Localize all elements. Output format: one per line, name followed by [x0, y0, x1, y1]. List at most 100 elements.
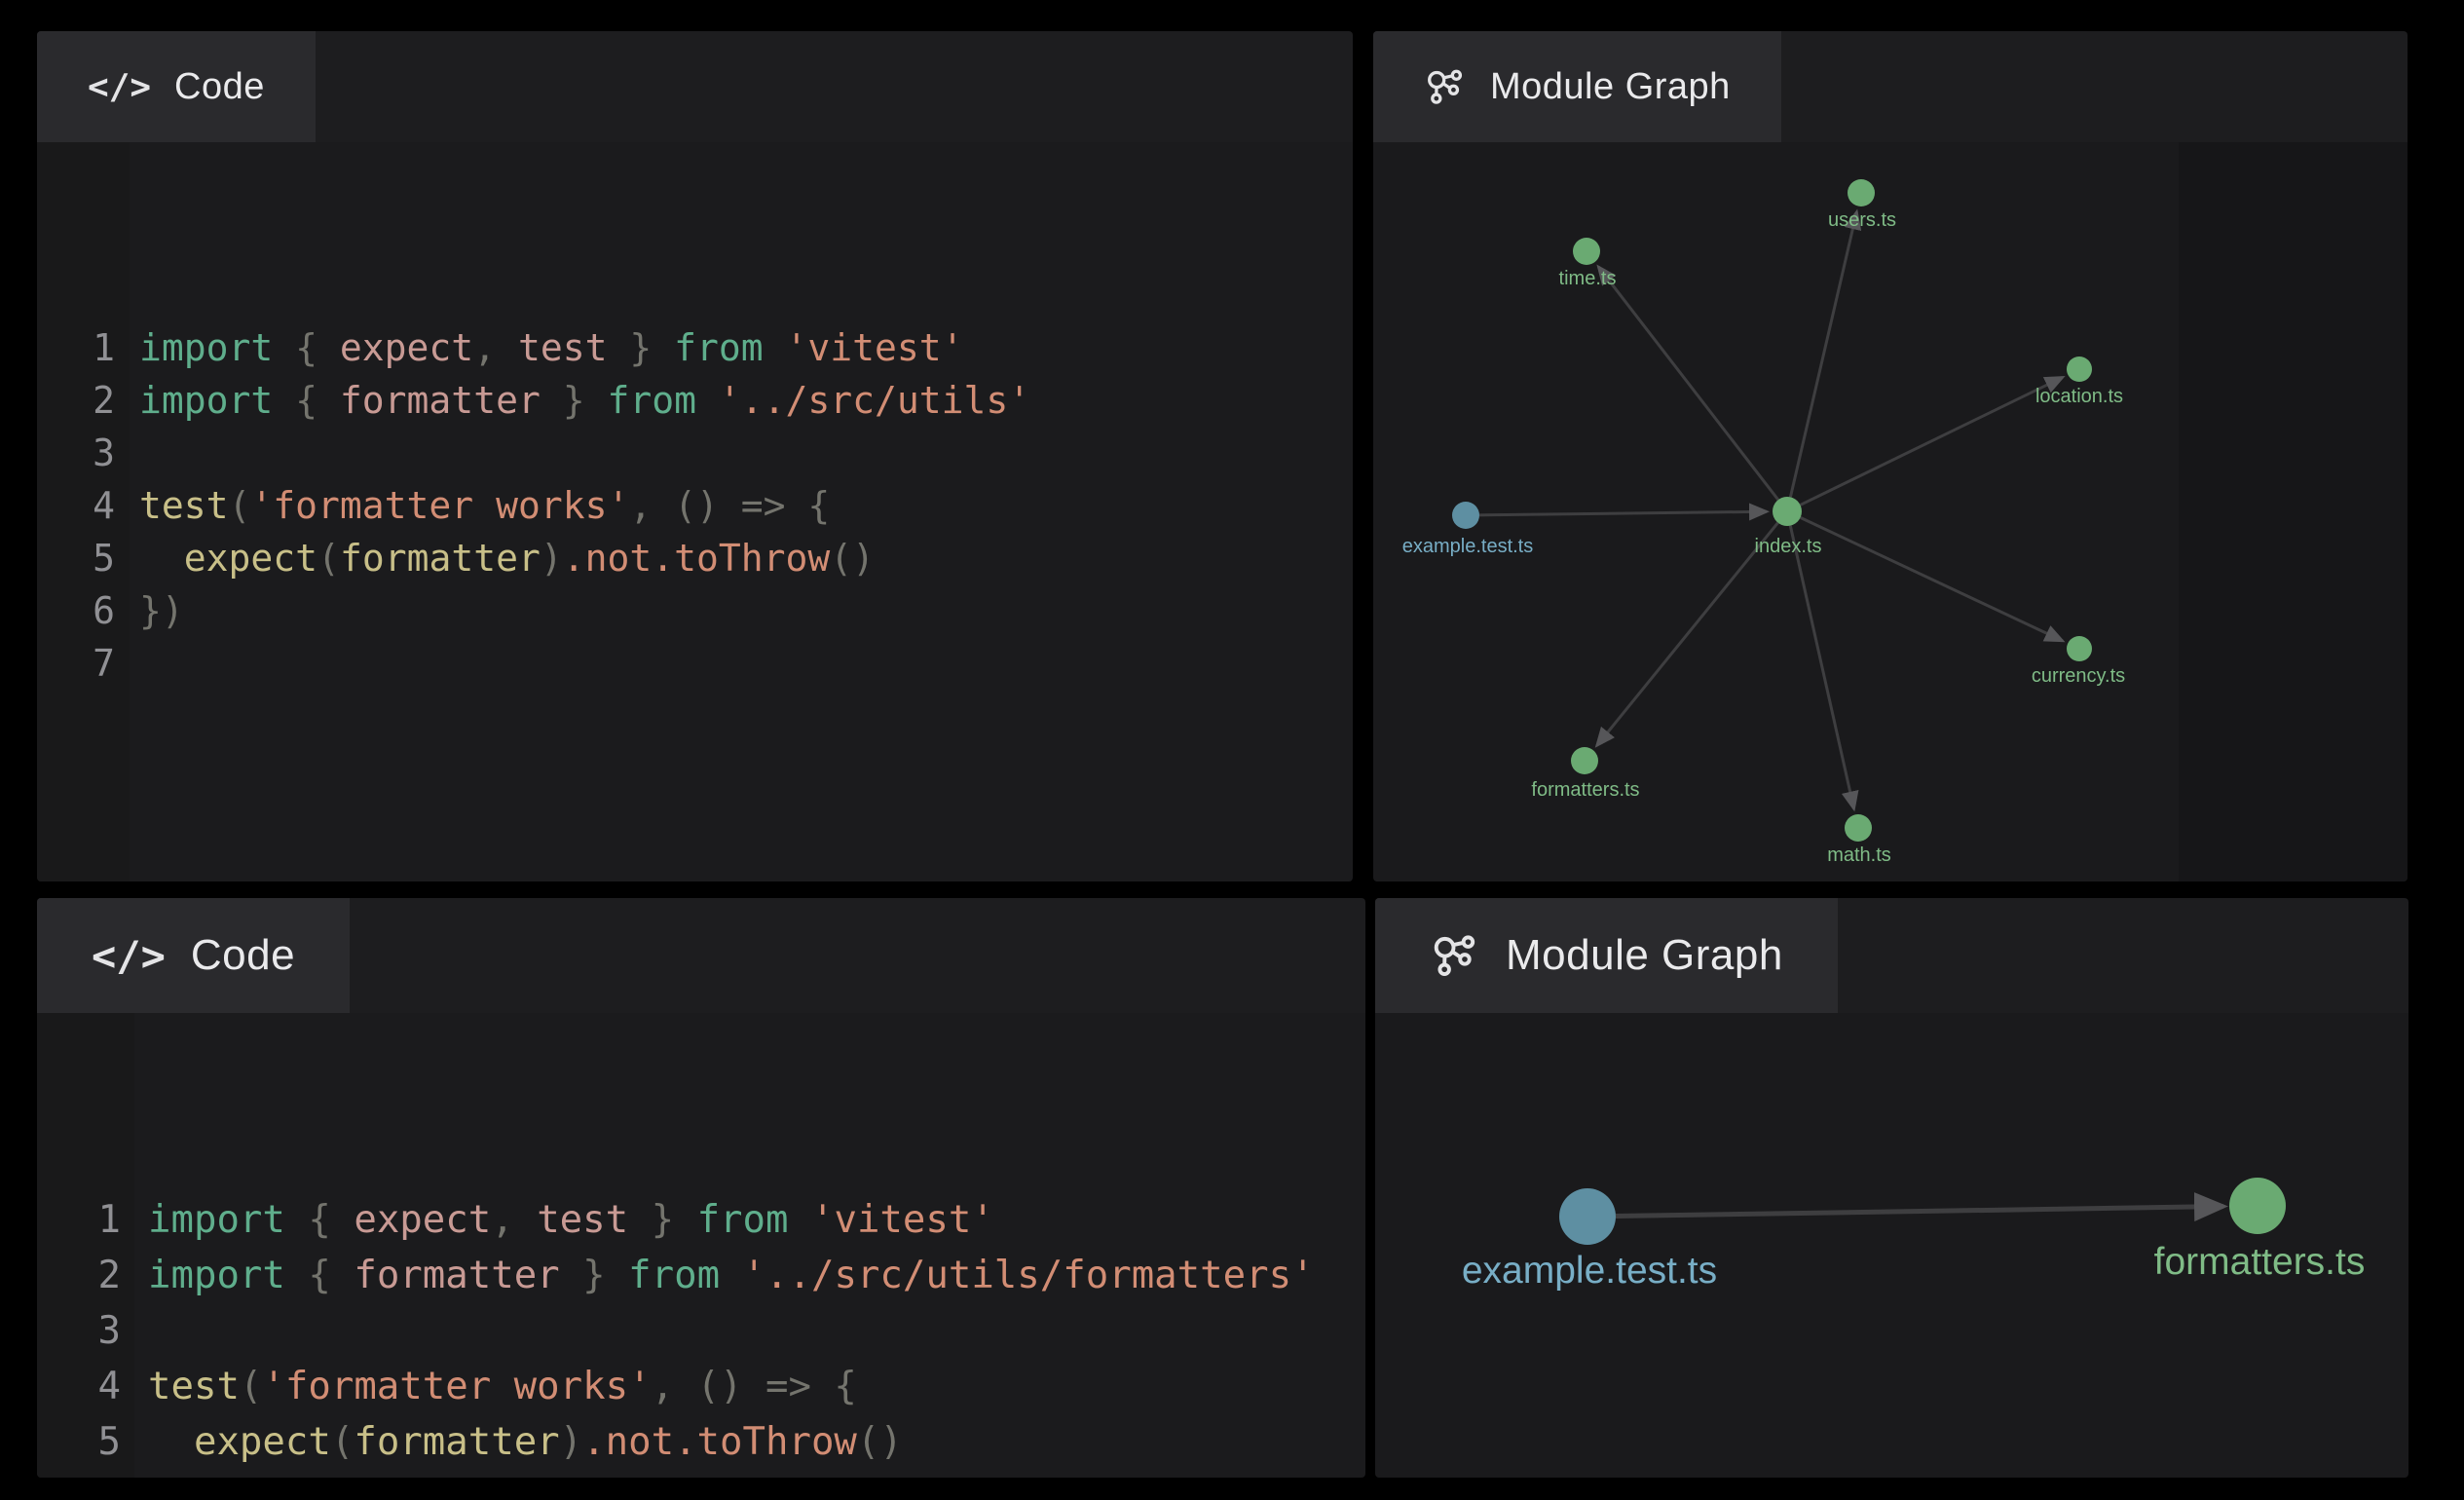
line-number: 6 [51, 1470, 121, 1478]
code-token: } [607, 326, 674, 369]
module-graph-bottom-header: Module Graph [1375, 898, 2408, 1013]
graph-node-label-currency: currency.ts [2032, 665, 2125, 687]
code-token: from [628, 1254, 720, 1297]
code-token: import [139, 379, 273, 422]
code-token: .not.toThrow [563, 537, 831, 580]
code-line: 6}) [37, 1470, 1365, 1478]
tab-module-graph-bottom[interactable]: Module Graph [1375, 898, 1838, 1013]
module-graph-canvas-top[interactable]: users.tstime.tslocation.tsexample.test.t… [1373, 142, 2408, 881]
code-token: } [560, 1254, 628, 1297]
code-token: test [518, 326, 608, 369]
line-number: 5 [51, 1414, 121, 1470]
code-token: .not.toThrow [582, 1420, 857, 1464]
code-token: ( [229, 484, 251, 527]
code-token: test [139, 484, 229, 527]
module-graph-canvas-bottom[interactable]: example.test.ts formatters.ts [1375, 1013, 2408, 1478]
code-token: expect [194, 1420, 331, 1464]
graph-node-formatters[interactable] [1571, 747, 1598, 774]
code-line: 4test('formatter works', () => { [37, 1359, 1365, 1414]
code-token: { [273, 326, 340, 369]
module-graph-top-header: Module Graph [1373, 31, 2408, 142]
code-token: { [273, 379, 340, 422]
graph-node-formatters[interactable] [2229, 1178, 2286, 1234]
graph-node-label-time: time.ts [1559, 268, 1617, 289]
module-graph-icon [1424, 65, 1467, 108]
module-graph-panel-bottom: Module Graph example.test.ts formatters.t… [1375, 898, 2408, 1478]
code-token: test [537, 1198, 628, 1242]
line-number: 3 [49, 427, 115, 479]
graph-edge-index-to-users [1790, 211, 1856, 497]
line-number: 2 [51, 1248, 121, 1303]
code-panel-top: </> Code 1import { expect, test } from '… [37, 31, 1353, 881]
code-token: formatter [354, 1254, 559, 1297]
code-token: } [628, 1198, 696, 1242]
tab-code-bottom[interactable]: </> Code [37, 898, 350, 1013]
graph-edge-index-to-math [1790, 526, 1853, 809]
code-line: 2import { formatter } from '../src/utils… [37, 1248, 1365, 1303]
line-number: 2 [49, 374, 115, 427]
code-token [720, 1254, 742, 1297]
code-token: 'formatter works' [262, 1365, 651, 1408]
line-number: 1 [49, 321, 115, 374]
code-token: from [674, 326, 764, 369]
code-editor-top[interactable]: 1import { expect, test } from 'vitest'2i… [37, 142, 1353, 881]
graph-edge-index-to-currency [1801, 517, 2063, 641]
graph-node-index[interactable] [1773, 497, 1802, 526]
code-line: 3 [37, 427, 1353, 479]
code-panel-bottom-header: </> Code [37, 898, 1365, 1013]
graph-node-label-example: example.test.ts [1402, 536, 1534, 557]
module-graph-icon [1430, 930, 1480, 981]
line-number: 6 [49, 584, 115, 637]
code-token: , () => { [652, 1365, 857, 1408]
graph-edge-example-to-formatters [1616, 1207, 2223, 1217]
screenshot-root: </> Code 1import { expect, test } from '… [0, 0, 2464, 1500]
graph-edge-index-to-formatters [1597, 523, 1778, 746]
code-token: ) [541, 537, 563, 580]
code-editor-bottom[interactable]: 1import { expect, test } from 'vitest'2i… [37, 1013, 1365, 1478]
graph-node-location[interactable] [2067, 356, 2092, 382]
graph-node-currency[interactable] [2067, 636, 2092, 661]
code-line: 6}) [37, 584, 1353, 637]
code-line: 5 expect(formatter).not.toThrow() [37, 1414, 1365, 1470]
code-line: 1import { expect, test } from 'vitest' [37, 321, 1353, 374]
graph-node-label-index: index.ts [1755, 536, 1822, 557]
code-token: expect [184, 537, 317, 580]
code-token: { [285, 1254, 354, 1297]
tab-code-top[interactable]: </> Code [37, 31, 316, 142]
code-panel-bottom: </> Code 1import { expect, test } from '… [37, 898, 1365, 1478]
graph-node-label-formatters: formatters.ts [1531, 779, 1639, 801]
code-token: expect [354, 1198, 491, 1242]
graph-edge-index-to-time [1598, 267, 1778, 500]
code-panel-top-header: </> Code [37, 31, 1353, 142]
code-token: 'formatter works' [250, 484, 629, 527]
code-token: , () => { [629, 484, 830, 527]
code-token: formatter [340, 537, 541, 580]
code-token: }) [148, 1476, 194, 1478]
graph-node-label-formatters: formatters.ts [2154, 1241, 2366, 1283]
code-token: expect [340, 326, 473, 369]
tab-module-graph-top[interactable]: Module Graph [1373, 31, 1781, 142]
code-token: () [857, 1420, 903, 1464]
code-token: () [830, 537, 875, 580]
line-number: 5 [49, 532, 115, 584]
code-line: 4test('formatter works', () => { [37, 479, 1353, 532]
line-number: 4 [51, 1359, 121, 1414]
code-token: }) [139, 589, 184, 632]
module-graph-panel-top: Module Graph users.tstime.tslocation.tse… [1373, 31, 2408, 881]
graph-node-time[interactable] [1573, 238, 1600, 265]
code-token: ( [317, 537, 340, 580]
code-line: 3 [37, 1303, 1365, 1359]
graph-node-example[interactable] [1559, 1188, 1616, 1245]
tab-label: Module Graph [1490, 66, 1731, 108]
graph-node-example[interactable] [1452, 502, 1479, 529]
code-token [764, 326, 786, 369]
code-line: 5 expect(formatter).not.toThrow() [37, 532, 1353, 584]
code-line: 7 [37, 637, 1353, 690]
graph-node-label-example: example.test.ts [1462, 1250, 1717, 1292]
line-number: 3 [51, 1303, 121, 1359]
graph-node-math[interactable] [1845, 814, 1872, 842]
graph-node-users[interactable] [1848, 179, 1875, 206]
graph-node-label-location: location.ts [2035, 386, 2123, 407]
code-token: ( [331, 1420, 354, 1464]
tab-label: Code [174, 66, 265, 108]
